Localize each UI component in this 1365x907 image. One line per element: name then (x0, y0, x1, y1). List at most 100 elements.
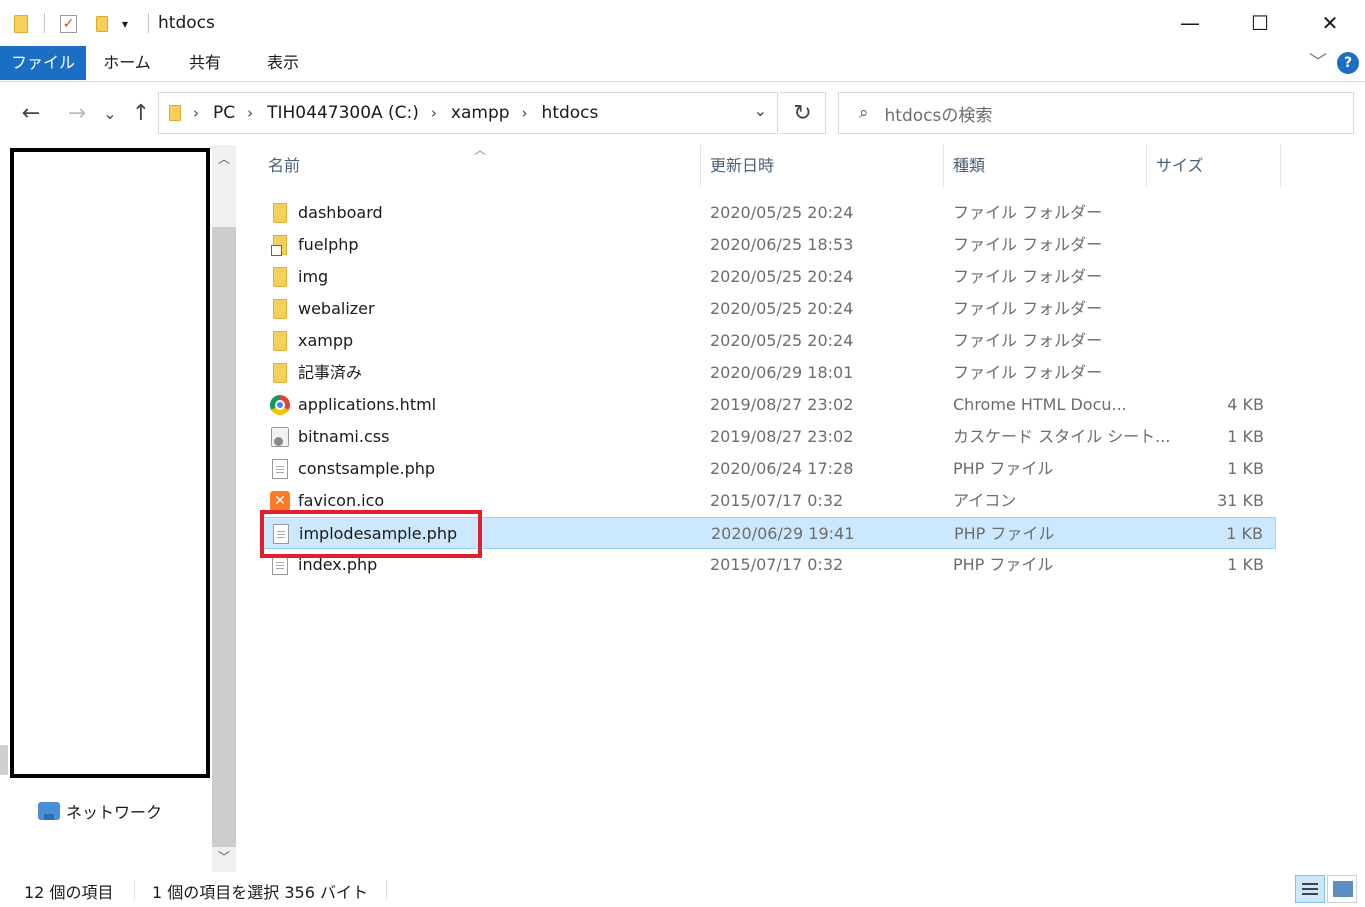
file-size: 1 KB (1227, 555, 1264, 574)
folder-icon (273, 267, 287, 287)
nav-scrollbar[interactable]: ︿ ﹀ (212, 145, 236, 872)
close-button[interactable]: ✕ (1295, 0, 1365, 46)
scroll-down-icon[interactable]: ﹀ (212, 845, 236, 869)
file-date: 2020/06/29 19:41 (711, 524, 855, 543)
back-button[interactable]: ← (16, 97, 46, 129)
column-header-type[interactable]: 種類 (953, 145, 985, 187)
search-input[interactable]: htdocsの検索 (885, 101, 993, 126)
file-date: 2020/05/25 20:24 (710, 331, 854, 350)
file-name[interactable]: constsample.php (298, 453, 435, 485)
breadcrumb-separator[interactable]: › (247, 104, 253, 122)
breadcrumb-drive[interactable]: TIH0447300A (C:) (267, 103, 419, 123)
minimize-button[interactable]: — (1155, 0, 1225, 46)
item-count: 12 個の項目 (24, 883, 114, 902)
file-row[interactable]: xampp 2020/05/25 20:24 ファイル フォルダー (260, 325, 1276, 357)
scrollbar-thumb[interactable] (212, 227, 236, 847)
file-row[interactable]: applications.html 2019/08/27 23:02 Chrome … (260, 389, 1276, 421)
window-title: htdocs (158, 13, 215, 33)
column-divider[interactable] (700, 145, 701, 187)
file-size: 1 KB (1227, 459, 1264, 478)
file-name[interactable]: dashboard (298, 197, 383, 229)
details-view-button[interactable] (1295, 875, 1325, 903)
refresh-button[interactable]: ↻ (780, 92, 826, 134)
divider (44, 13, 45, 33)
file-type: PHP ファイル (953, 459, 1054, 478)
divider (386, 880, 387, 900)
quick-access-dropdown-icon[interactable]: ▾ (122, 12, 128, 36)
folder-icon (273, 363, 287, 383)
file-row[interactable]: constsample.php 2020/06/24 17:28 PHP ファイル 1… (260, 453, 1276, 485)
file-row[interactable]: bitnami.css 2019/08/27 23:02 カスケード スタイル シー… (260, 421, 1276, 453)
network-icon (38, 802, 60, 820)
column-header-date[interactable]: 更新日時 (710, 145, 774, 187)
file-date: 2020/05/25 20:24 (710, 203, 854, 222)
breadcrumb-separator[interactable]: › (431, 104, 437, 122)
address-dropdown-icon[interactable]: ⌄ (754, 101, 767, 120)
file-type: ファイル フォルダー (953, 363, 1103, 382)
file-type: ファイル フォルダー (953, 267, 1103, 286)
sidebar-item-network[interactable]: ネットワーク (38, 799, 162, 823)
large-icons-view-button[interactable] (1327, 875, 1357, 903)
search-icon: ⌕ (859, 103, 869, 123)
scroll-up-icon[interactable]: ︿ (212, 147, 236, 171)
breadcrumb-pc[interactable]: PC (213, 103, 235, 123)
tab-file[interactable]: ファイル (0, 46, 86, 80)
column-header-name[interactable]: 名前 (268, 145, 300, 187)
forward-button[interactable]: → (62, 97, 92, 129)
file-date: 2015/07/17 0:32 (710, 491, 844, 510)
annotation-highlight-box (260, 510, 482, 558)
file-date: 2020/06/29 18:01 (710, 363, 854, 382)
column-divider[interactable] (1280, 145, 1281, 187)
file-name[interactable]: webalizer (298, 293, 375, 325)
file-row[interactable]: 記事済み 2020/06/29 18:01 ファイル フォルダー (260, 357, 1276, 389)
file-type: PHP ファイル (954, 524, 1055, 543)
maximize-button[interactable]: ☐ (1225, 0, 1295, 46)
file-name[interactable]: fuelphp (298, 229, 359, 261)
breadcrumb-xampp[interactable]: xampp (451, 103, 510, 123)
file-name[interactable]: applications.html (298, 389, 436, 421)
tab-share[interactable]: 共有 (172, 46, 238, 80)
address-bar[interactable]: › PC › TIH0447300A (C:) › xampp › htdocs… (158, 92, 778, 134)
folder-icon (14, 12, 28, 36)
new-folder-icon[interactable] (96, 12, 108, 36)
tab-home[interactable]: ホーム (92, 46, 162, 80)
column-divider[interactable] (1146, 145, 1147, 187)
folder-icon (169, 105, 181, 121)
file-name[interactable]: bitnami.css (298, 421, 389, 453)
ribbon-expand-icon[interactable]: ﹀ (1309, 48, 1327, 74)
navigation-pane: ネットワーク ︿ ﹀ (0, 145, 236, 872)
help-icon[interactable]: ? (1337, 52, 1359, 74)
file-row[interactable]: fuelphp 2020/06/25 18:53 ファイル フォルダー (260, 229, 1276, 261)
file-type: カスケード スタイル シート... (953, 427, 1171, 446)
folder-shortcut-icon (271, 235, 287, 256)
file-type: ファイル フォルダー (953, 235, 1103, 254)
breadcrumb-htdocs[interactable]: htdocs (542, 103, 599, 123)
file-name[interactable]: img (298, 261, 328, 293)
breadcrumb-separator[interactable]: › (522, 104, 528, 122)
file-name[interactable]: xampp (298, 325, 353, 357)
sidebar-item-label: ネットワーク (66, 803, 163, 822)
file-size: 1 KB (1226, 524, 1263, 543)
file-date: 2020/06/24 17:28 (710, 459, 854, 478)
file-size: 1 KB (1227, 427, 1264, 446)
redacted-tree-area (10, 148, 210, 778)
search-box[interactable]: ⌕ htdocsの検索 (838, 92, 1354, 134)
divider (148, 13, 149, 33)
recent-locations-button[interactable]: ⌄ (100, 97, 120, 129)
file-type: PHP ファイル (953, 555, 1054, 574)
up-button[interactable]: ↑ (126, 97, 156, 129)
file-row[interactable]: webalizer 2020/05/25 20:24 ファイル フォルダー (260, 293, 1276, 325)
file-name[interactable]: 記事済み (298, 357, 362, 389)
column-header-size[interactable]: サイズ (1156, 145, 1204, 187)
tab-view[interactable]: 表示 (250, 46, 316, 80)
file-date: 2020/05/25 20:24 (710, 299, 854, 318)
file-row[interactable]: dashboard 2020/05/25 20:24 ファイル フォルダー (260, 197, 1276, 229)
file-date: 2019/08/27 23:02 (710, 427, 854, 446)
column-divider[interactable] (943, 145, 944, 187)
status-bar: 12 個の項目 1 個の項目を選択 356 バイト (0, 872, 1365, 907)
breadcrumb-separator: › (193, 104, 199, 122)
file-row[interactable]: img 2020/05/25 20:24 ファイル フォルダー (260, 261, 1276, 293)
properties-icon[interactable]: ✓ (60, 12, 77, 36)
php-file-icon (272, 555, 288, 575)
file-list: ︿ 名前 更新日時 種類 サイズ dashboard 2020/05/25 20:… (240, 143, 1365, 872)
